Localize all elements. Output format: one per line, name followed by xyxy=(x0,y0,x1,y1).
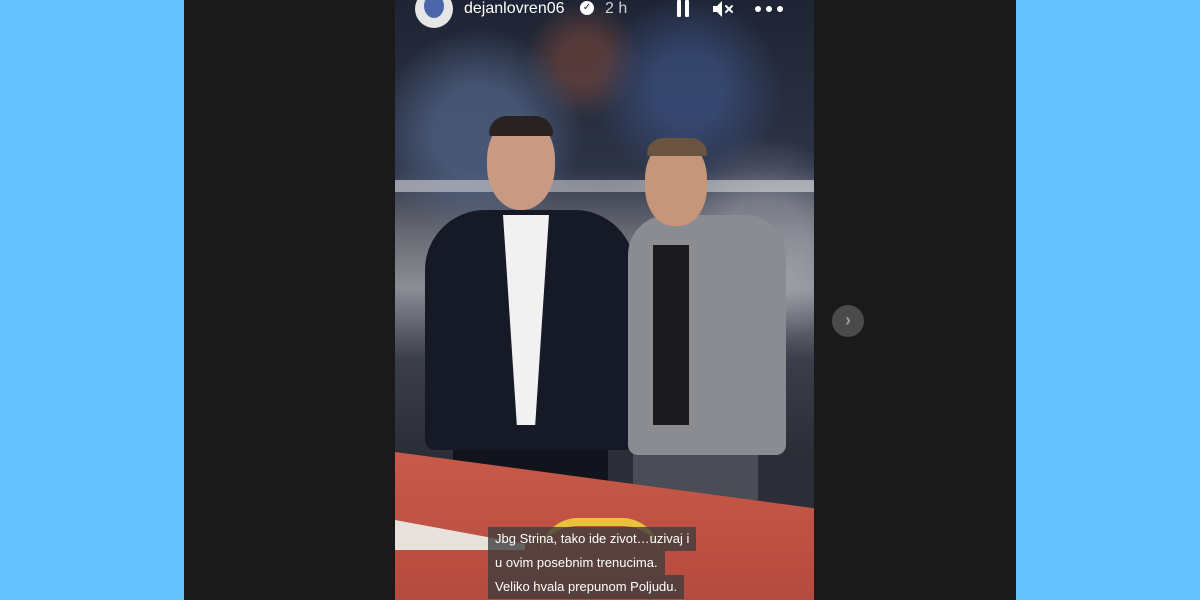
caption-line: u ovim posebnim trenucima. xyxy=(488,551,665,575)
story-timestamp: 2 h xyxy=(605,0,628,17)
story-media[interactable] xyxy=(395,0,814,600)
story-caption: Jbg Strina, tako ide zivot…uzivaj i u ov… xyxy=(488,527,728,599)
next-story-button[interactable]: › xyxy=(832,305,864,337)
verified-badge-icon: ✓ xyxy=(580,1,594,15)
speaker-muted-icon[interactable] xyxy=(712,0,736,18)
caption-line: Veliko hvala prepunom Poljudu. xyxy=(488,575,685,599)
pause-icon[interactable] xyxy=(675,0,691,18)
avatar-image xyxy=(424,0,444,18)
username-link[interactable]: dejanlovren06 xyxy=(464,0,565,18)
photo-person-right-jacket xyxy=(628,215,786,455)
photo-railing xyxy=(395,180,814,192)
photo-person-right-hair xyxy=(647,138,707,156)
caption-line: Jbg Strina, tako ide zivot…uzivaj i xyxy=(488,527,697,551)
more-options-icon[interactable] xyxy=(755,6,785,12)
photo-person-left-hair xyxy=(489,116,553,136)
photo-person-right-shirt xyxy=(653,245,689,425)
